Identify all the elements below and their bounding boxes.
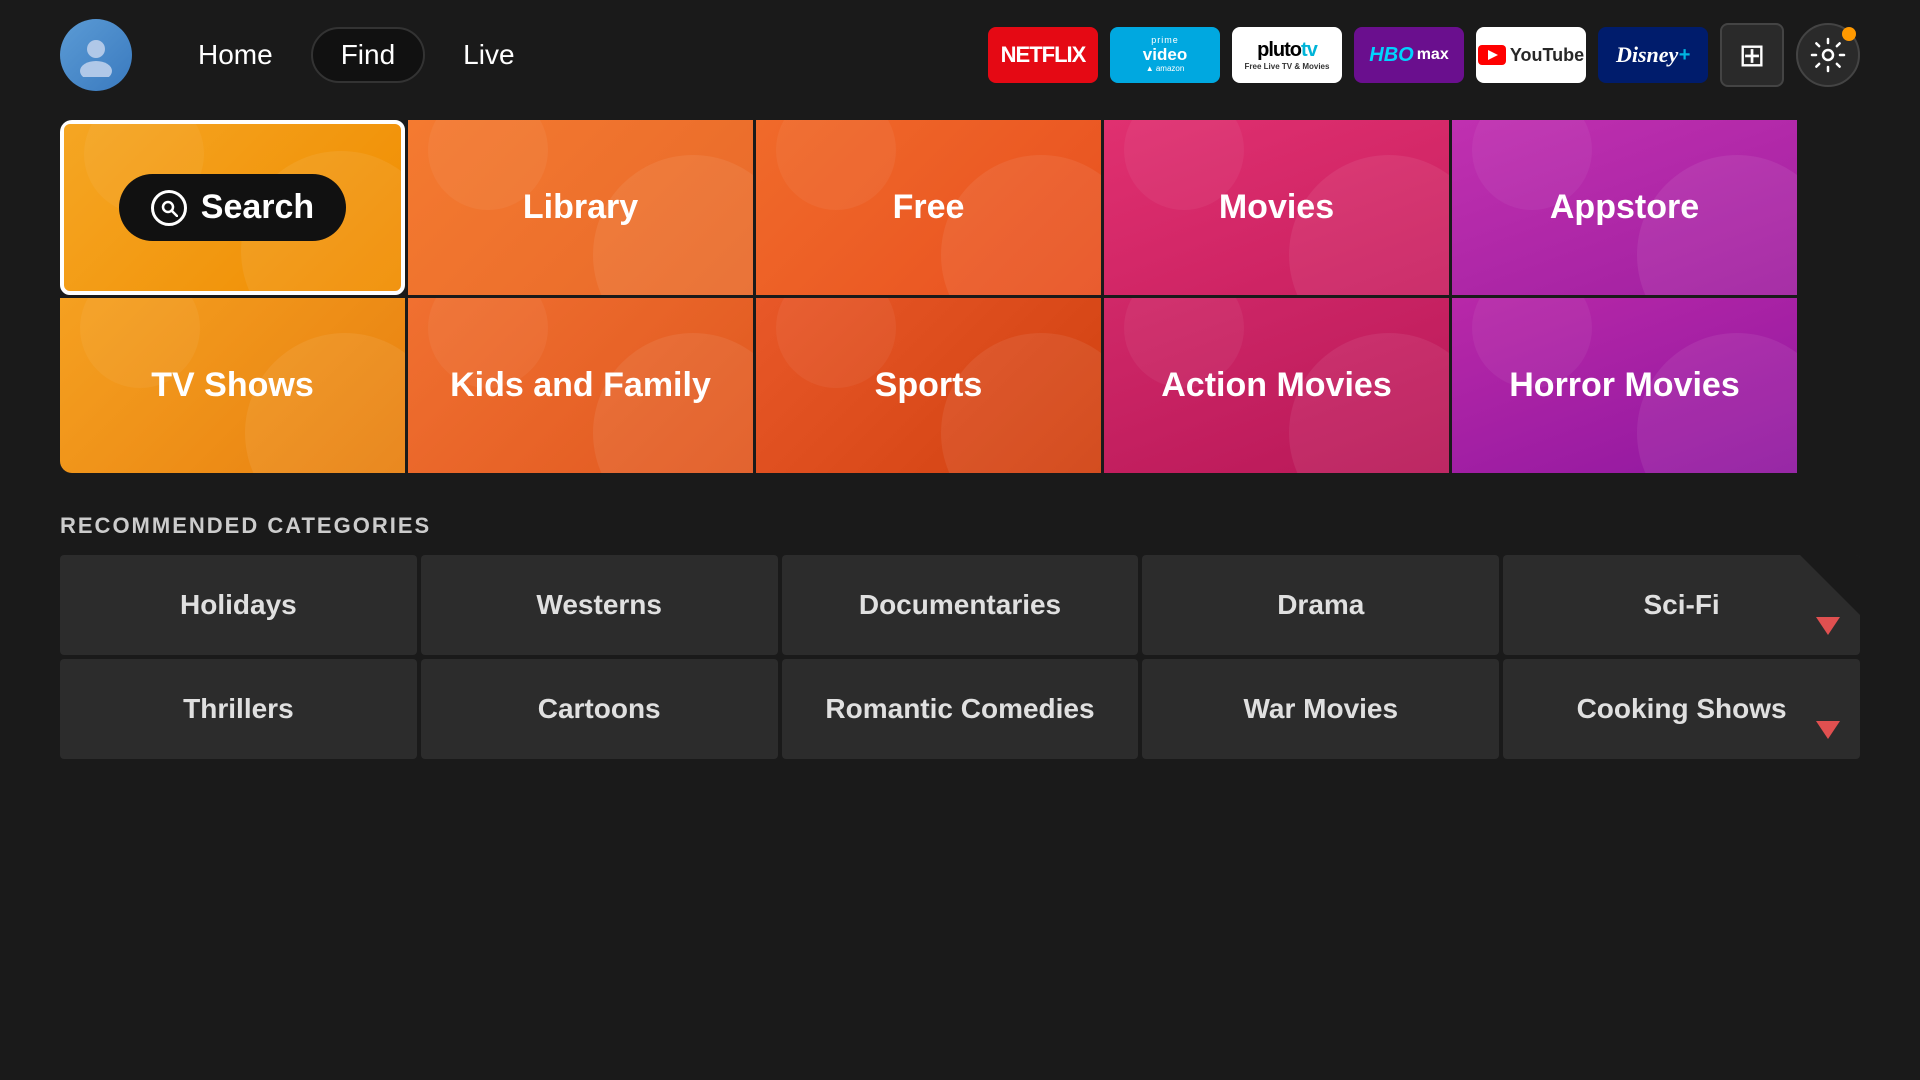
- rec-scifi[interactable]: Sci-Fi: [1503, 555, 1860, 655]
- search-label: Search: [201, 188, 314, 227]
- rec-westerns[interactable]: Westerns: [421, 555, 778, 655]
- appstore-label: Appstore: [1550, 188, 1699, 227]
- tvshows-label: TV Shows: [151, 366, 313, 405]
- main-content: Search Library Free Movies Appstore TV S…: [0, 120, 1920, 759]
- settings-button[interactable]: [1796, 23, 1860, 87]
- appstore-cell[interactable]: Appstore: [1452, 120, 1797, 295]
- nav-find[interactable]: Find: [311, 27, 425, 83]
- recommended-section: RECOMMENDED CATEGORIES Holidays Westerns…: [60, 513, 1860, 759]
- library-cell[interactable]: Library: [408, 120, 753, 295]
- rec-romantic-comedies[interactable]: Romantic Comedies: [782, 659, 1139, 759]
- action-movies-cell[interactable]: Action Movies: [1104, 298, 1449, 473]
- free-cell[interactable]: Free: [756, 120, 1101, 295]
- nav-home[interactable]: Home: [170, 29, 301, 81]
- top-nav: Home Find Live NETFLIX prime video ▲ ama…: [0, 0, 1920, 110]
- youtube-play-icon: [1478, 45, 1506, 65]
- rec-cartoons[interactable]: Cartoons: [421, 659, 778, 759]
- rec-documentaries[interactable]: Documentaries: [782, 555, 1139, 655]
- movies-cell[interactable]: Movies: [1104, 120, 1449, 295]
- tvshows-cell[interactable]: TV Shows: [60, 298, 405, 473]
- sports-cell[interactable]: Sports: [756, 298, 1101, 473]
- movies-label: Movies: [1219, 188, 1334, 227]
- recommended-grid: Holidays Westerns Documentaries Drama Sc…: [60, 555, 1860, 759]
- rec-war-movies[interactable]: War Movies: [1142, 659, 1499, 759]
- sports-label: Sports: [875, 366, 983, 405]
- prime-badge[interactable]: prime video ▲ amazon: [1110, 27, 1220, 83]
- rec-thrillers[interactable]: Thrillers: [60, 659, 417, 759]
- user-avatar[interactable]: [60, 19, 132, 91]
- youtube-badge[interactable]: YouTube: [1476, 27, 1586, 83]
- action-movies-label: Action Movies: [1161, 366, 1391, 405]
- rec-drama[interactable]: Drama: [1142, 555, 1499, 655]
- disney-badge[interactable]: Disney+: [1598, 27, 1708, 83]
- kids-family-cell[interactable]: Kids and Family: [408, 298, 753, 473]
- hbomax-badge[interactable]: HBOmax: [1354, 27, 1464, 83]
- pluto-badge[interactable]: plutotv Free Live TV & Movies: [1232, 27, 1342, 83]
- search-pill[interactable]: Search: [119, 174, 346, 241]
- recommended-title: RECOMMENDED CATEGORIES: [60, 513, 1860, 539]
- search-circle-icon: [151, 190, 187, 226]
- category-grid: Search Library Free Movies Appstore TV S…: [60, 120, 1860, 473]
- free-label: Free: [893, 188, 965, 227]
- nav-live[interactable]: Live: [435, 29, 542, 81]
- horror-movies-label: Horror Movies: [1509, 366, 1740, 405]
- rec-holidays[interactable]: Holidays: [60, 555, 417, 655]
- app-grid-button[interactable]: ⊞: [1720, 23, 1784, 87]
- streaming-services: NETFLIX prime video ▲ amazon plutotv Fre…: [988, 23, 1860, 87]
- horror-movies-cell[interactable]: Horror Movies: [1452, 298, 1797, 473]
- nav-links: Home Find Live: [170, 27, 543, 83]
- kids-family-label: Kids and Family: [450, 366, 711, 405]
- rec-cooking-shows[interactable]: Cooking Shows: [1503, 659, 1860, 759]
- netflix-badge[interactable]: NETFLIX: [988, 27, 1098, 83]
- search-cell[interactable]: Search: [60, 120, 405, 295]
- notification-dot: [1842, 27, 1856, 41]
- library-label: Library: [523, 188, 638, 227]
